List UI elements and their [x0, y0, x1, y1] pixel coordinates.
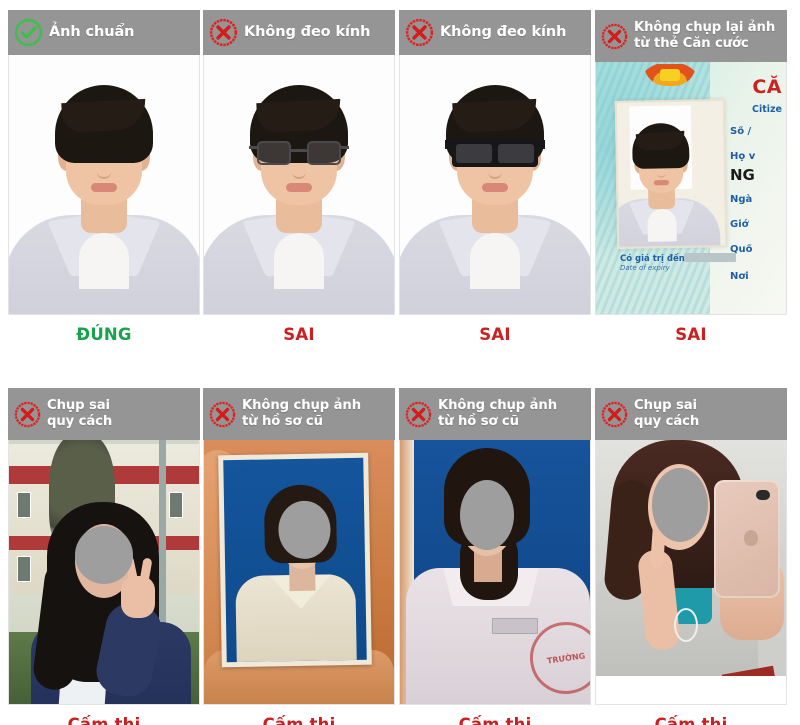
id-card-expiry-label: Có giá trị đến: Date of expiry — [620, 254, 689, 272]
check-circle-icon — [14, 18, 43, 47]
panel-header-label: Không chụp lại ảnh từ thẻ Căn cước — [634, 20, 776, 51]
panel-caption: Cấm thi — [654, 715, 728, 725]
panel-header-label: Không chụp ảnh từ hồ sơ cũ — [438, 398, 557, 429]
panel-caption: SAI — [479, 325, 511, 344]
eyeglasses-icon — [249, 141, 349, 167]
panel-header: Không chụp ảnh từ hồ sơ cũ — [203, 388, 395, 440]
panel-no-id-card-rephoto[interactable]: Không chụp lại ảnh từ thẻ Căn cước CĂ Ci… — [595, 10, 787, 344]
photo-standard — [8, 55, 200, 315]
face-blur-overlay — [75, 526, 133, 584]
panel-caption: SAI — [283, 325, 315, 344]
id-card-fields: Số / Họ v NG Ngà Giớ Quố Nơi — [730, 126, 782, 296]
face-blur-overlay — [652, 468, 708, 542]
panel-old-file-photo-scan[interactable]: Không chụp ảnh từ hồ sơ cũ TRƯỜNG Cấm th… — [399, 388, 591, 725]
photo-id-card: CĂ Citize Số / Họ v NG Ngà Giớ Quố Nơi C… — [595, 62, 787, 315]
id-card-title: CĂ — [752, 76, 782, 98]
panel-caption: Cấm thi — [458, 715, 532, 725]
row-correct-examples: Ảnh chuẩn ĐÚNG Không đeo kính SAI Không … — [0, 10, 800, 360]
panel-old-file-photo-hand[interactable]: Không chụp ảnh từ hồ sơ cũ Cấm thi — [203, 388, 395, 725]
photo-guidelines-board: Ảnh chuẩn ĐÚNG Không đeo kính SAI Không … — [0, 0, 800, 725]
panel-header-label: Chụp sai quy cách — [47, 398, 113, 429]
phone-camera-icon — [756, 490, 770, 500]
panel-header: Không đeo kính — [203, 10, 395, 55]
photo-old-stamped-scan: TRƯỜNG — [399, 440, 591, 705]
sunglasses-icon — [445, 139, 545, 169]
row-banned-examples: Chụp sai quy cách Cấm thi Không chụp ảnh… — [0, 388, 800, 725]
id-field: Nơi — [730, 271, 749, 282]
id-field: Ngà — [730, 194, 753, 205]
panel-header-label: Không chụp ảnh từ hồ sơ cũ — [242, 398, 361, 429]
panel-header-label: Chụp sai quy cách — [634, 398, 700, 429]
photo-mirror-selfie — [595, 440, 787, 705]
panel-header: Ảnh chuẩn — [8, 10, 200, 55]
face-blur-overlay — [460, 480, 514, 550]
x-circle-icon — [209, 401, 236, 427]
panel-header-label: Không đeo kính — [244, 23, 371, 40]
panel-header: Không đeo kính — [399, 10, 591, 55]
id-card-expiry-sub: Date of expiry — [620, 264, 670, 272]
panel-wrong-format-mirror[interactable]: Chụp sai quy cách Cấm thi — [595, 388, 787, 725]
panel-wrong-format-outdoor[interactable]: Chụp sai quy cách Cấm thi — [8, 388, 200, 725]
panel-caption: SAI — [675, 325, 707, 344]
photo-outdoor-selfie — [8, 440, 200, 705]
id-field: Giớ — [730, 219, 749, 230]
id-card-name: NG — [730, 166, 755, 184]
x-circle-icon — [601, 401, 628, 427]
panel-caption: Cấm thi — [262, 715, 336, 725]
x-circle-icon — [601, 23, 628, 49]
panel-header: Chụp sai quy cách — [8, 388, 200, 440]
panel-caption: ĐÚNG — [76, 325, 132, 344]
id-card-portrait — [614, 99, 728, 249]
panel-standard-photo[interactable]: Ảnh chuẩn ĐÚNG — [8, 10, 200, 344]
panel-caption: Cấm thi — [67, 715, 141, 725]
panel-header-label: Ảnh chuẩn — [49, 23, 135, 40]
photo-old-print-in-hand — [203, 440, 395, 705]
photo-with-sunglasses — [399, 55, 591, 315]
id-field: Số / — [730, 126, 752, 137]
x-circle-icon — [14, 401, 41, 427]
panel-header: Chụp sai quy cách — [595, 388, 787, 440]
id-card-expiry-value-blurred — [684, 253, 736, 262]
phone-logo-icon — [744, 530, 758, 546]
id-card-subtitle: Citize — [752, 104, 782, 115]
id-field: Họ v — [730, 151, 756, 162]
id-field: Quố — [730, 244, 753, 255]
panel-no-glasses-clear[interactable]: Không đeo kính SAI — [203, 10, 395, 344]
panel-header-label: Không đeo kính — [440, 23, 567, 40]
x-circle-icon — [209, 18, 238, 47]
photo-with-glasses — [203, 55, 395, 315]
x-circle-icon — [405, 18, 434, 47]
x-circle-icon — [405, 401, 432, 427]
panel-header: Không chụp lại ảnh từ thẻ Căn cước — [595, 10, 787, 62]
panel-no-glasses-sun[interactable]: Không đeo kính SAI — [399, 10, 591, 344]
panel-header: Không chụp ảnh từ hồ sơ cũ — [399, 388, 591, 440]
